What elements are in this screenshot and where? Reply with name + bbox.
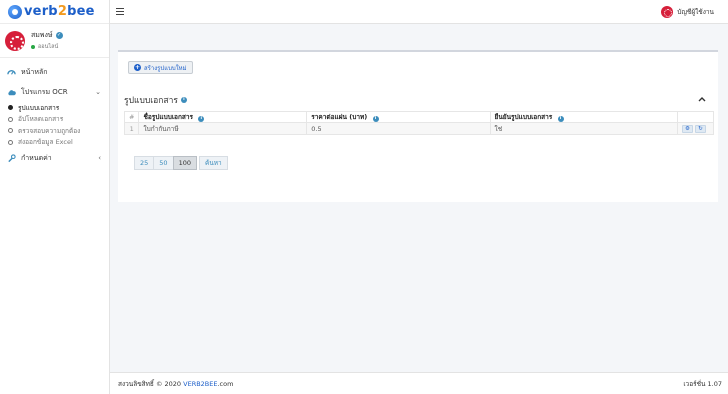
plus-icon: + xyxy=(134,64,141,71)
cloud-icon xyxy=(8,89,16,95)
row-actions: ⚙ ↻ xyxy=(677,122,714,135)
create-format-label: สร้างรูปแบบใหม่ xyxy=(144,64,187,72)
footer-copyright: สงวนลิขสิทธิ์ © 2020 xyxy=(118,379,182,388)
collapse-chevron-up-icon[interactable] xyxy=(698,96,706,102)
search-button[interactable]: ค้นหา xyxy=(198,156,228,170)
sidebar-subitem-label: อัปโหลดเอกสาร xyxy=(18,115,64,124)
brand-logo[interactable]: verb2bee xyxy=(0,0,109,24)
page-size-selector: 25 50 100 ค้นหา xyxy=(134,156,228,170)
row-name: ใบกำกับภาษี xyxy=(138,122,308,135)
sidebar-subitem-upload[interactable]: อัปโหลดเอกสาร xyxy=(0,114,109,126)
chevron-down-icon: ⌄ xyxy=(95,88,101,96)
info-icon: i xyxy=(180,97,187,103)
row-price: 0.5 xyxy=(306,122,491,135)
info-icon: i xyxy=(557,116,564,122)
logo-text-part1: verb xyxy=(24,4,58,19)
avatar xyxy=(5,30,25,51)
sidebar-item-settings[interactable]: กำหนดค่า ‹ xyxy=(0,148,109,168)
column-header-name[interactable]: ชื่อรูปแบบเอกสาร i xyxy=(138,111,308,123)
create-format-button[interactable]: + สร้างรูปแบบใหม่ xyxy=(128,61,193,74)
footer-version: เวอร์ชั่น 1.07 xyxy=(683,379,722,388)
sidebar-item-label: หน้าหลัก xyxy=(21,67,48,76)
document-format-table: # ชื่อรูปแบบเอกสาร i ราคาต่อแผ่น (บาท) i… xyxy=(123,111,714,135)
sidebar-subitem-export-excel[interactable]: ส่งออกข้อมูล Excel xyxy=(0,137,109,149)
section-title: รูปแบบเอกสาร i xyxy=(124,93,187,107)
wrench-icon xyxy=(8,153,16,162)
row-confirmed: ใช่ xyxy=(489,122,679,135)
sidebar-subitem-verify[interactable]: ตรวจสอบความถูกต้อง xyxy=(0,125,109,137)
top-navbar: บัญชีผู้ใช้งาน xyxy=(110,0,728,24)
sidebar-item-home[interactable]: หน้าหลัก xyxy=(0,62,109,82)
logo-text-part3: bee xyxy=(67,4,95,19)
sidebar-subitem-label: ตรวจสอบความถูกต้อง xyxy=(18,126,81,135)
sidebar-subitem-document-format[interactable]: รูปแบบเอกสาร xyxy=(0,102,109,114)
page-size-50-button[interactable]: 50 xyxy=(153,156,174,170)
sidebar-nav: หน้าหลัก โปรแกรม OCR ⌄ รูปแบบเอกสาร อัปโ… xyxy=(0,58,109,168)
sidebar-subitem-label: รูปแบบเอกสาร xyxy=(18,103,60,112)
user-panel: สมพงษ์ ✓ ออนไลน์ xyxy=(0,24,109,58)
avatar xyxy=(661,5,674,18)
page-size-25-button[interactable]: 25 xyxy=(134,156,155,170)
footer: สงวนลิขสิทธิ์ © 2020 VERB2BEE.com เวอร์ช… xyxy=(110,372,728,394)
user-status: ออนไลน์ xyxy=(31,43,63,51)
column-header-price[interactable]: ราคาต่อแผ่น (บาท) i xyxy=(306,111,491,123)
circle-icon xyxy=(8,105,13,111)
footer-domain: .com xyxy=(217,379,234,388)
sidebar-item-label: โปรแกรม OCR xyxy=(21,87,68,96)
sidebar-item-label: กำหนดค่า xyxy=(21,153,52,162)
chevron-left-icon: ‹ xyxy=(98,154,101,162)
circle-icon xyxy=(8,128,13,134)
page-size-100-button[interactable]: 100 xyxy=(172,156,197,170)
account-label: บัญชีผู้ใช้งาน xyxy=(677,7,714,16)
footer-brand-link[interactable]: VERB2BEE xyxy=(183,380,217,388)
info-icon: i xyxy=(372,116,379,122)
logo-icon xyxy=(8,4,22,19)
user-name: สมพงษ์ xyxy=(31,31,53,39)
user-status-label: ออนไลน์ xyxy=(38,44,59,50)
column-header-actions xyxy=(677,111,714,123)
verified-icon: ✓ xyxy=(55,32,63,39)
menu-toggle-icon[interactable] xyxy=(116,8,124,15)
sidebar-subitem-label: ส่งออกข้อมูล Excel xyxy=(18,138,73,147)
sidebar-item-ocr[interactable]: โปรแกรม OCR ⌄ xyxy=(0,82,109,102)
document-format-card: + สร้างรูปแบบใหม่ รูปแบบเอกสาร i # ชื่อร… xyxy=(118,50,718,202)
column-header-confirmed[interactable]: ยืนยันรูปแบบเอกสาร i xyxy=(489,111,679,123)
dashboard-icon xyxy=(7,69,16,75)
table-row: 1 ใบกำกับภาษี 0.5 ใช่ ⚙ ↻ xyxy=(123,122,714,135)
logo-text-part2: 2 xyxy=(57,4,68,19)
circle-icon xyxy=(8,139,13,145)
info-icon: i xyxy=(198,116,205,122)
circle-icon xyxy=(8,116,13,122)
online-dot-icon xyxy=(31,45,35,49)
main-content: + สร้างรูปแบบใหม่ รูปแบบเอกสาร i # ชื่อร… xyxy=(110,24,728,372)
account-menu[interactable]: บัญชีผู้ใช้งาน xyxy=(661,5,714,18)
row-index: 1 xyxy=(123,122,140,135)
table-header-row: # ชื่อรูปแบบเอกสาร i ราคาต่อแผ่น (บาท) i… xyxy=(123,111,714,123)
refresh-icon[interactable]: ↻ xyxy=(695,124,706,133)
sidebar: verb2bee สมพงษ์ ✓ ออนไลน์ หน้าหลัก โปรแก… xyxy=(0,0,110,394)
settings-gear-icon[interactable]: ⚙ xyxy=(682,124,693,133)
column-header-index: # xyxy=(123,111,140,123)
